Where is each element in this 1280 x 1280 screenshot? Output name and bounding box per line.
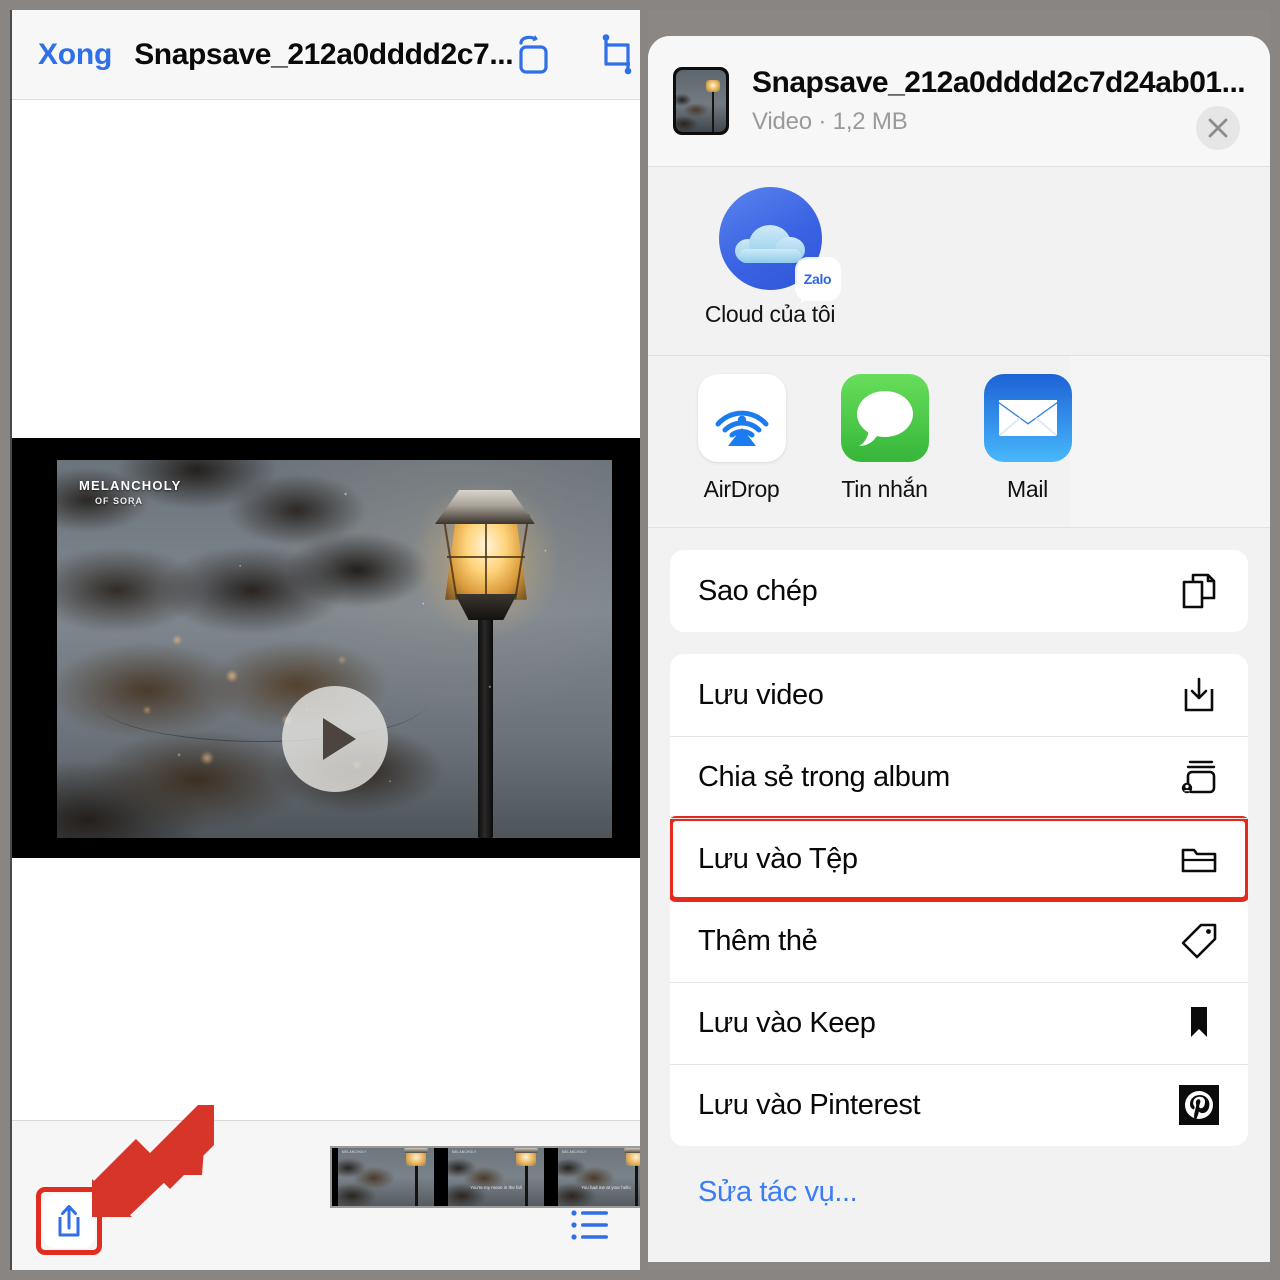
zalo-cloud-icon: Zalo: [718, 187, 839, 304]
messages-icon: [856, 391, 913, 446]
action-label: Lưu vào Tệp: [698, 842, 858, 875]
bookmark-icon: [1178, 1002, 1220, 1044]
video-preview[interactable]: MELANCHOLY OF SORA: [12, 438, 640, 858]
close-icon: [1208, 118, 1228, 138]
editor-canvas: MELANCHOLY OF SORA: [12, 100, 640, 1120]
share-item-filename: Snapsave_212a0dddd2c7d24ab01...: [752, 66, 1246, 99]
action-label: Thêm thẻ: [698, 924, 818, 957]
action-row-add-tag[interactable]: Thêm thẻ: [670, 900, 1248, 982]
editor-navbar: Xong Snapsave_212a0dddd2c7...: [12, 10, 640, 100]
share-target-mail[interactable]: Mail: [956, 374, 1099, 503]
navbar-actions: [513, 33, 637, 76]
filmstrip-frame-caption: You had me at your hello: [581, 1185, 631, 1190]
airdrop-icon: [715, 410, 768, 446]
action-row-shared-album[interactable]: Chia sẻ trong album: [670, 736, 1248, 818]
suggestion-zalo-cloud[interactable]: Zalo Cloud của tôi: [695, 187, 845, 328]
suggestion-label: Cloud của tôi: [704, 301, 836, 327]
play-button[interactable]: [282, 686, 388, 792]
filmstrip-frame-caption: You're my moon in the fall: [470, 1185, 522, 1190]
share-sheet: Snapsave_212a0dddd2c7d24ab01... Video · …: [648, 36, 1270, 1262]
save-download-icon: [1178, 674, 1220, 716]
video-thumbnail: [673, 67, 729, 135]
video-overlay-title: MELANCHOLY: [79, 478, 182, 493]
filmstrip-frame-header: MELANCHOLY: [452, 1150, 477, 1154]
close-button[interactable]: [1196, 106, 1240, 150]
filmstrip-frame[interactable]: MELANCHOLY: [332, 1148, 442, 1206]
action-row-save-keep[interactable]: Lưu vào Keep: [670, 982, 1248, 1064]
crop-icon[interactable]: [597, 33, 637, 76]
share-actions-list[interactable]: Sao chép Lưu video Chia sẻ trong album L…: [648, 528, 1270, 1262]
share-sheet-panel: Snapsave_212a0dddd2c7d24ab01... Video · …: [648, 10, 1270, 1270]
action-label: Sao chép: [698, 574, 818, 607]
video-timeline-filmstrip[interactable]: MELANCHOLY MELANCHOLY You're my moon in …: [330, 1146, 640, 1208]
tag-icon: [1178, 920, 1220, 962]
pinterest-icon: [1178, 1084, 1220, 1126]
list-view-button[interactable]: [570, 1208, 610, 1242]
copy-icon: [1178, 570, 1220, 612]
action-group-copy: Sao chép: [670, 550, 1248, 632]
folder-icon: [1178, 838, 1220, 880]
action-row-save-video[interactable]: Lưu video: [670, 654, 1248, 736]
annotation-arrow-icon: [92, 1105, 214, 1217]
done-button[interactable]: Xong: [38, 38, 112, 72]
action-row-save-pinterest[interactable]: Lưu vào Pinterest: [670, 1064, 1248, 1146]
list-icon: [571, 1210, 608, 1240]
screenshot-root: Xong Snapsave_212a0dddd2c7... MELANCHOLY…: [0, 0, 1280, 1280]
video-editor-panel: Xong Snapsave_212a0dddd2c7... MELANCHOLY…: [10, 10, 640, 1270]
action-label: Lưu video: [698, 678, 824, 711]
action-label: Lưu vào Pinterest: [698, 1088, 921, 1121]
share-sheet-header: Snapsave_212a0dddd2c7d24ab01... Video · …: [648, 36, 1270, 167]
share-target-label: AirDrop: [703, 476, 780, 502]
filmstrip-frame[interactable]: MELANCHOLY You're my moon in the fall: [442, 1148, 552, 1206]
share-target-label: Mail: [1007, 476, 1048, 502]
share-item-meta: Snapsave_212a0dddd2c7d24ab01... Video · …: [752, 66, 1246, 136]
zalo-badge: Zalo: [796, 259, 839, 304]
rotate-icon[interactable]: [513, 34, 553, 76]
action-row-save-to-files[interactable]: Lưu vào Tệp: [670, 816, 1248, 902]
action-row-copy[interactable]: Sao chép: [670, 550, 1248, 632]
share-target-airdrop[interactable]: AirDrop: [670, 374, 813, 503]
filmstrip-frame[interactable]: MELANCHOLY You had me at your hello: [552, 1148, 640, 1206]
filmstrip-frame-header: MELANCHOLY: [342, 1150, 367, 1154]
app-share-row: AirDrop Tin nhắn Mail: [648, 356, 1270, 528]
share-target-label: Tin nhắn: [841, 476, 928, 502]
page-title: Snapsave_212a0dddd2c7...: [134, 37, 514, 71]
filmstrip-frame-header: MELANCHOLY: [562, 1150, 587, 1154]
mail-icon: [997, 400, 1058, 436]
action-label: Lưu vào Keep: [698, 1006, 876, 1039]
share-target-messages[interactable]: Tin nhắn: [813, 374, 956, 503]
action-group-main: Lưu video Chia sẻ trong album Lưu vào Tệ…: [670, 654, 1248, 1146]
shared-album-icon: [1178, 756, 1220, 798]
play-icon: [322, 718, 356, 760]
action-label: Chia sẻ trong album: [698, 760, 950, 793]
edit-actions-button[interactable]: Sửa tác vụ...: [670, 1176, 1248, 1209]
video-overlay-subtitle: OF SORA: [95, 496, 144, 506]
share-item-subtitle: Video · 1,2 MB: [752, 108, 908, 135]
suggested-destination-row: Zalo Cloud của tôi: [648, 167, 1270, 356]
